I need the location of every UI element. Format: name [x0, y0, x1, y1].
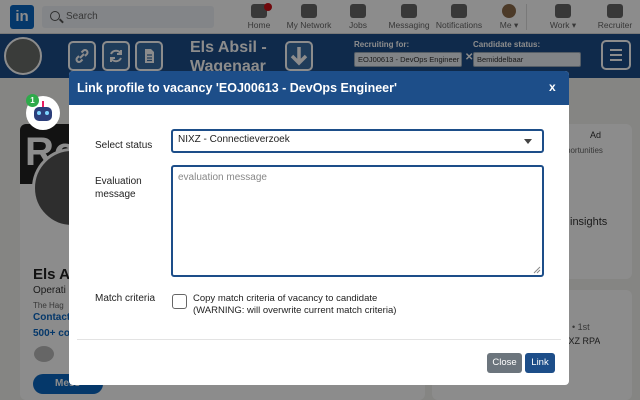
- modal-header: Link profile to vacancy 'EOJ00613 - DevO…: [69, 71, 569, 105]
- modal-close-icon[interactable]: x: [549, 80, 556, 94]
- resize-grip-icon[interactable]: [533, 266, 541, 274]
- close-button[interactable]: Close: [487, 353, 522, 373]
- status-select-value: NIXZ - Connectieverzoek: [178, 134, 290, 145]
- copy-match-criteria-text[interactable]: Copy match criteria of vacancy to candid…: [193, 293, 396, 317]
- modal-footer-divider: [77, 339, 561, 340]
- match-criteria-label: Match criteria: [95, 293, 156, 304]
- evaluation-label: Evaluation message: [95, 176, 142, 200]
- copy-match-criteria-line1: Copy match criteria of vacancy to candid…: [193, 293, 378, 304]
- copy-match-criteria-checkbox[interactable]: [172, 294, 187, 309]
- modal-title: Link profile to vacancy 'EOJ00613 - DevO…: [77, 81, 397, 95]
- robot-icon: [34, 107, 52, 121]
- status-select[interactable]: NIXZ - Connectieverzoek: [171, 129, 544, 153]
- link-vacancy-modal: Link profile to vacancy 'EOJ00613 - DevO…: [69, 71, 569, 385]
- chevron-down-icon: [524, 139, 532, 144]
- copy-match-criteria-warning: (WARNING: will overwrite current match c…: [193, 305, 397, 316]
- link-submit-button[interactable]: Link: [525, 353, 555, 373]
- evaluation-textarea[interactable]: [171, 165, 544, 277]
- status-label: Select status: [95, 140, 153, 151]
- assistant-badge: 1: [26, 94, 39, 107]
